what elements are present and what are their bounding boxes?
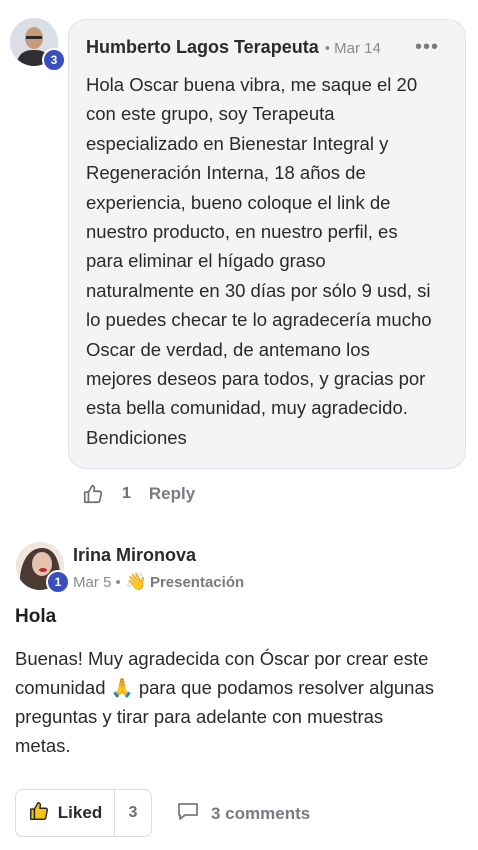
comment-line: Hola Oscar buena vibra, me saque el 20 (86, 74, 418, 95)
comment-bubble: Humberto Lagos Terapeuta • Mar 14 ••• Ho… (68, 19, 466, 469)
post-line: Buenas! Muy agradecida con Óscar por cre… (15, 648, 429, 669)
thumbs-up-filled-icon (28, 800, 50, 827)
reply-button[interactable]: Reply (149, 484, 195, 504)
comment-line: Regeneración Interna, 18 años de (86, 162, 366, 184)
comment-author[interactable]: Humberto Lagos Terapeuta (86, 37, 319, 58)
liked-toggle[interactable]: Liked (16, 790, 115, 836)
comment-line: con este grupo, soy Terapeuta (86, 103, 335, 125)
post-avatar-wrap[interactable]: 1 (16, 542, 70, 594)
comments-button[interactable]: 3 comments (176, 800, 310, 827)
comment-line: para eliminar el hígado graso (86, 250, 326, 272)
liked-label: Liked (57, 803, 103, 822)
comment-line: experiencia, bueno coloque el link de (86, 191, 391, 213)
post-like-count[interactable]: 3 (115, 804, 151, 822)
level-badge: 3 (42, 48, 66, 72)
comment-line: mejores deseos para todos, y gracias por (86, 368, 426, 390)
post-line: metas. (15, 735, 71, 756)
comment-line: nuestro producto, en nuestro perfil, es (86, 221, 398, 243)
thumbs-up-icon[interactable] (82, 483, 104, 505)
comment-line: naturalmente en 30 días por sólo 9 usd, … (86, 279, 431, 301)
post-date: Mar 5 • (73, 573, 121, 591)
post-title: Hola (15, 606, 57, 627)
comment-header: Humberto Lagos Terapeuta • Mar 14 ••• (86, 37, 449, 61)
comment-date: • Mar 14 (324, 40, 381, 57)
comment-line: especializado en Bienestar Integral y (86, 132, 389, 154)
post-line: preguntas y tirar para adelante con mues… (15, 706, 384, 727)
comment-avatar-wrap[interactable]: 3 (10, 18, 66, 72)
comment-actions: 1 Reply (82, 480, 195, 508)
post-meta: Mar 5 • 👋 Presentación (73, 572, 244, 592)
post-author[interactable]: Irina Mironova (73, 545, 196, 566)
post-line: comunidad 🙏 para que podamos resolver al… (15, 677, 434, 698)
more-horizontal-icon[interactable]: ••• (415, 37, 439, 57)
post-body: Buenas! Muy agradecida con Óscar por cre… (15, 644, 465, 760)
post-category[interactable]: Presentación (150, 574, 244, 591)
comment-text: Hola Oscar buena vibra, me saque el 20 c… (86, 70, 458, 452)
comments-label: 3 comments (211, 803, 311, 823)
comment-line: lo puedes checar te lo agradecería mucho (86, 309, 432, 331)
comment-line: Bendiciones (86, 426, 187, 448)
comment-like-count: 1 (122, 485, 131, 502)
like-button[interactable]: Liked 3 (15, 789, 152, 837)
level-badge: 1 (46, 570, 70, 594)
comment-line: esta bella comunidad, muy agradecido. (86, 397, 408, 419)
comment-line: Oscar de verdad, de antemano los (86, 338, 370, 360)
comment-bubble-icon (176, 800, 200, 827)
waving-hand-icon: 👋 (125, 572, 147, 591)
